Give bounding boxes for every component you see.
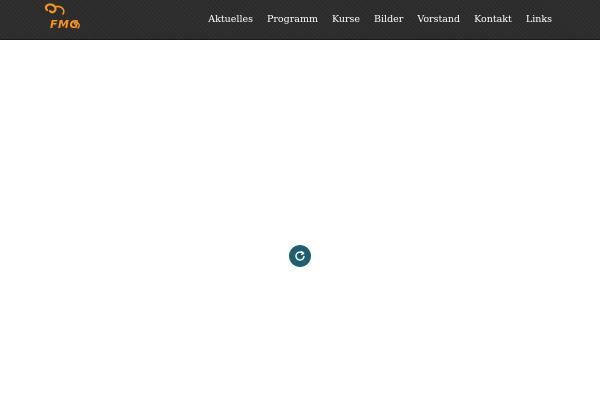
nav-item-bilder[interactable]: Bilder [367,14,410,25]
nav-item-kontakt[interactable]: Kontakt [467,14,519,25]
top-navbar: FMG Aktuelles Programm Kurse Bilder Vors… [0,0,600,40]
fmg-logo[interactable]: FMG [38,3,86,37]
nav-item-links[interactable]: Links [519,14,552,25]
nav-item-kurse[interactable]: Kurse [325,14,367,25]
loading-spinner [289,245,311,267]
nav-item-programm[interactable]: Programm [260,14,325,25]
logo-text: FMG [50,18,79,31]
nav-item-aktuelles[interactable]: Aktuelles [201,14,260,25]
refresh-icon [295,251,305,261]
main-nav: Aktuelles Programm Kurse Bilder Vorstand… [201,0,552,39]
nav-item-vorstand[interactable]: Vorstand [410,14,467,25]
